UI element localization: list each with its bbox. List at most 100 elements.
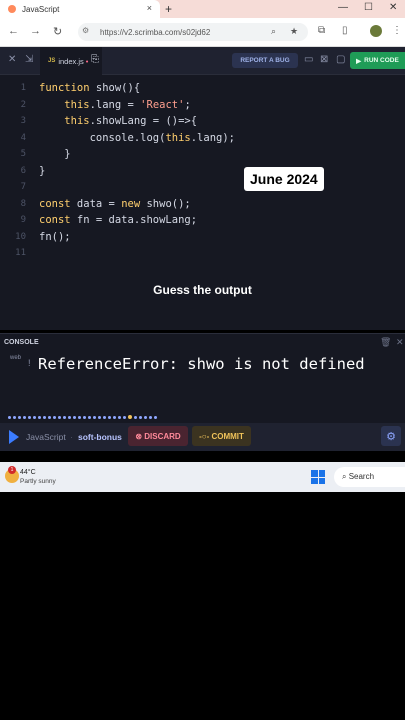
collapse-icon[interactable]: ⇲	[25, 54, 33, 65]
timeline-dot	[33, 415, 36, 419]
new-file-icon[interactable]: ⎘	[91, 54, 99, 65]
timeline-dot	[68, 415, 71, 419]
report-bug-button[interactable]: REPORT A BUG	[232, 53, 298, 68]
forward-icon[interactable]: →	[30, 25, 41, 37]
date-badge: June 2024	[244, 167, 324, 191]
browser-tab-bar: JavaScript × + — ☐ ✕	[0, 0, 405, 18]
play-circle-icon: ▶	[356, 57, 362, 65]
console-error-message: ReferenceError: shwo is not defined	[38, 355, 365, 373]
console-panel: CONSOLE 🗑 ✕ web ! ReferenceError: shwo i…	[0, 333, 405, 423]
code-line: 8 const data = new shwo();	[0, 196, 405, 213]
timeline-scrubber[interactable]	[8, 412, 157, 422]
zoom-icon[interactable]: ⌕	[271, 26, 276, 37]
code-text: fn();	[39, 230, 71, 243]
code-text: const fn = data.showLang;	[39, 214, 198, 226]
profile-avatar[interactable]	[370, 25, 382, 37]
close-editor-icon[interactable]: ✕	[8, 54, 16, 65]
layout-preview-icon[interactable]: ▢	[336, 54, 345, 65]
console-source-label: web	[10, 355, 22, 361]
code-line: 9 const fn = data.showLang;	[0, 212, 405, 229]
temperature-text: 44°C	[20, 469, 36, 476]
url-text: https://v2.scrimba.com/s02jd62	[100, 27, 211, 37]
taskbar-search[interactable]: ⌕ Search	[334, 467, 405, 487]
code-line: 7	[0, 179, 405, 196]
commit-button[interactable]: -○- COMMIT	[192, 426, 251, 446]
code-line: 1 function show(){	[0, 80, 405, 97]
line-number: 8	[20, 198, 26, 209]
code-text: }	[39, 148, 71, 160]
timeline-dot	[118, 415, 121, 419]
code-editor[interactable]: 1 function show(){2 this.lang = 'React'; 3…	[0, 75, 405, 330]
timeline-dot	[63, 415, 66, 419]
settings-gear-icon[interactable]: ⚙	[381, 426, 401, 446]
timeline-dot	[103, 415, 106, 419]
caption-text: Guess the output	[153, 283, 252, 297]
line-number: 1	[20, 83, 26, 93]
timeline-dot	[8, 415, 11, 419]
tab-close-icon[interactable]: ×	[147, 3, 152, 13]
line-number: 3	[20, 116, 26, 126]
code-text: this.showLang = ()=>{	[64, 115, 198, 127]
timeline-dot	[73, 415, 76, 419]
timeline-dot	[18, 415, 21, 419]
screen: JavaScript × + — ☐ ✕ ← → ↻ ⚙ https://v2.…	[0, 0, 405, 720]
code-line: 10 fn();	[0, 229, 405, 246]
browser-menu-icon[interactable]: ⋮	[392, 25, 402, 36]
bookmark-star-icon[interactable]: ★	[290, 26, 298, 37]
editor-bottom-bar: JavaScript · soft-bonus ⊗ DISCARD -○- CO…	[0, 423, 405, 451]
weather-condition: Partly sunny	[20, 478, 56, 485]
maximize-icon[interactable]: ☐	[364, 2, 373, 13]
line-number: 7	[20, 182, 26, 192]
code-text: this.lang = 'React';	[64, 98, 191, 111]
close-console-icon[interactable]: ✕	[396, 337, 404, 348]
line-number: 6	[20, 165, 26, 176]
language-label[interactable]: JavaScript	[26, 432, 66, 442]
file-name: index.js	[58, 56, 84, 66]
run-code-button[interactable]: ▶ RUN CODE	[350, 52, 405, 69]
minimize-icon[interactable]: —	[338, 2, 348, 13]
back-icon[interactable]: ←	[8, 25, 19, 37]
new-tab-icon[interactable]: +	[165, 2, 172, 16]
clear-console-icon[interactable]: 🗑	[380, 337, 391, 348]
timeline-dot	[58, 415, 61, 419]
timeline-dot	[98, 415, 101, 419]
code-text: function show(){	[39, 82, 141, 94]
code-lines: 1 function show(){2 this.lang = 'React'; 3…	[0, 80, 405, 262]
timeline-dot	[28, 415, 31, 419]
reload-icon[interactable]: ↻	[53, 25, 62, 38]
code-line: 4 console.log(this.lang);	[0, 130, 405, 147]
weather-badge: 1	[8, 466, 16, 474]
tab-title: JavaScript	[22, 4, 60, 14]
layout-single-icon[interactable]: ▭	[304, 54, 313, 65]
extensions-icon[interactable]: ⧉	[318, 25, 325, 36]
timeline-dot	[108, 415, 111, 419]
timeline-dot	[83, 415, 86, 419]
site-info-icon[interactable]: ⚙	[82, 26, 89, 35]
code-line: 3 this.showLang = ()=>{	[0, 113, 405, 130]
editor-toolbar: ✕ ⇲ JS index.js • ⎘ REPORT A BUG ▭ ⊠ ▢ ▶…	[0, 47, 405, 75]
url-input[interactable]: ⚙ https://v2.scrimba.com/s02jd62 ⌕ ★	[78, 23, 308, 41]
timeline-dot	[144, 415, 147, 419]
code-line: 2 this.lang = 'React';	[0, 97, 405, 114]
line-number: 9	[20, 215, 26, 225]
windows-start-icon[interactable]	[311, 470, 325, 484]
timeline-dot	[93, 415, 96, 419]
play-icon[interactable]	[9, 430, 19, 444]
timeline-dot	[88, 415, 91, 419]
code-text: }	[39, 164, 46, 177]
timeline-dot	[43, 415, 46, 419]
window-close-icon[interactable]: ✕	[389, 2, 397, 13]
code-line: 5 }	[0, 146, 405, 163]
timeline-dot	[149, 415, 152, 419]
line-number: 4	[20, 132, 26, 143]
timeline-dot	[139, 415, 142, 419]
js-file-icon: JS	[48, 58, 56, 64]
browser-tab[interactable]: JavaScript ×	[0, 0, 160, 18]
side-panel-icon[interactable]: ▯	[342, 25, 348, 36]
timeline-dot	[123, 415, 126, 419]
timeline-dot	[154, 415, 157, 419]
discard-button[interactable]: ⊗ DISCARD	[128, 426, 188, 446]
layout-split-icon[interactable]: ⊠	[320, 54, 328, 65]
timeline-dot	[53, 415, 56, 419]
branch-label[interactable]: soft-bonus	[78, 432, 122, 442]
